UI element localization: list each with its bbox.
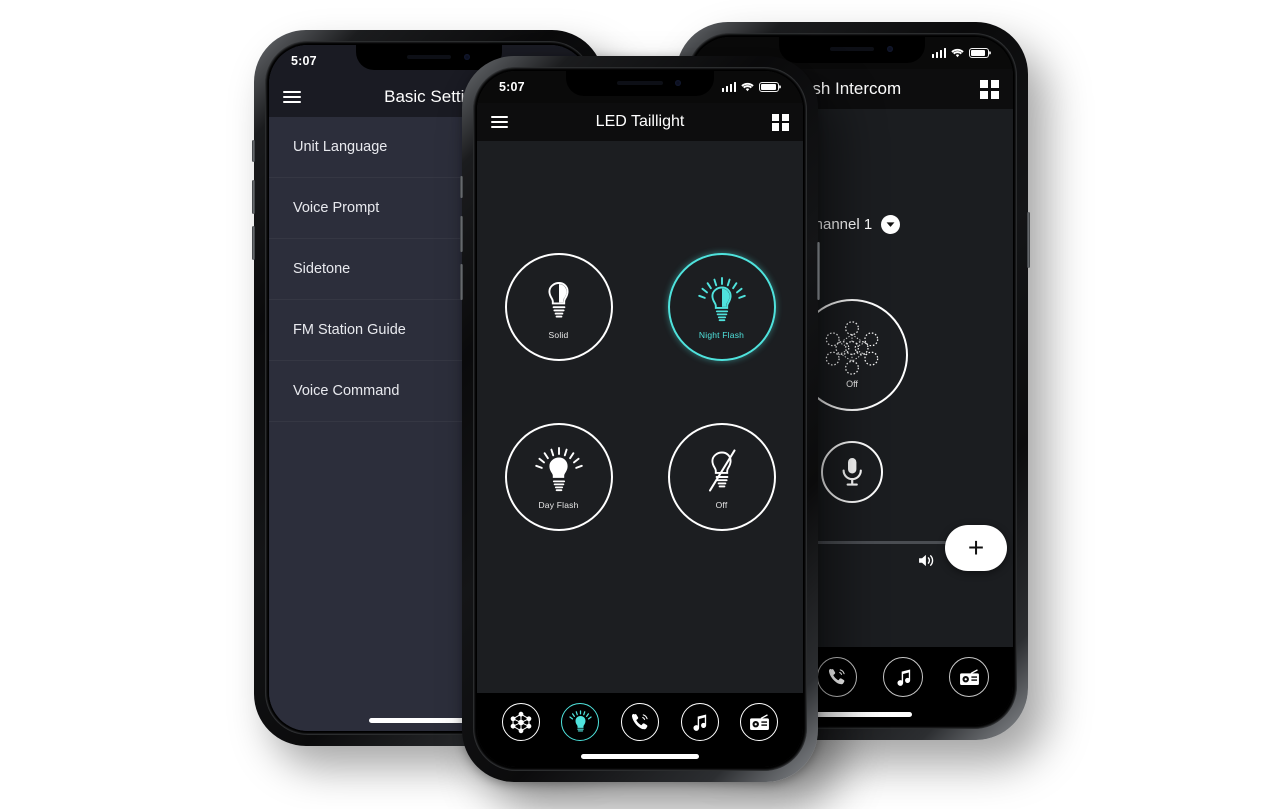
radio-icon <box>959 668 980 686</box>
tab-music[interactable] <box>883 657 923 697</box>
status-indicators <box>931 48 989 58</box>
led-taillight-body: Solid Night Flash Day Flash Off <box>477 141 803 693</box>
phone-right-power-button[interactable] <box>1027 212 1030 268</box>
microphone-icon <box>839 456 865 488</box>
mesh-network-icon <box>823 321 881 375</box>
mockup-stage: 5:07 Basic Settin Unit Language Voice Pr… <box>0 0 1280 809</box>
phone-call-icon <box>630 712 650 732</box>
battery-icon <box>759 82 779 92</box>
phone-left-silent-switch[interactable] <box>252 140 255 162</box>
earpiece-speaker <box>407 54 451 59</box>
phone-center-bezel: 5:07 LED Taillight Solid Night Flash Day… <box>473 67 807 771</box>
hamburger-menu-icon[interactable] <box>491 116 508 129</box>
chevron-down-icon[interactable] <box>881 215 901 234</box>
phone-center-silent-switch[interactable] <box>460 176 463 198</box>
cellular-bars-icon <box>721 82 736 92</box>
status-time: 5:07 <box>291 54 317 68</box>
hamburger-menu-icon[interactable] <box>283 90 301 104</box>
tab-phone-call[interactable] <box>817 657 857 697</box>
led-mode-night-flash[interactable]: Night Flash <box>667 253 776 361</box>
mesh-network-icon <box>509 711 533 734</box>
radio-icon <box>749 713 770 731</box>
tab-led-taillight[interactable] <box>561 703 600 741</box>
led-mode-solid[interactable]: Solid <box>504 253 613 361</box>
speaker-wave-icon <box>918 553 937 568</box>
phone-device-center: 5:07 LED Taillight Solid Night Flash Day… <box>460 56 820 782</box>
status-indicators <box>721 82 779 92</box>
battery-icon <box>969 48 989 58</box>
add-button[interactable]: + <box>945 525 1007 571</box>
earpiece-speaker <box>617 80 663 85</box>
phone-center-nav-bar: LED Taillight <box>477 103 803 141</box>
led-mode-label: Night Flash <box>698 329 745 340</box>
led-mode-day-flash[interactable]: Day Flash <box>504 423 613 531</box>
phone-right-notch <box>779 37 925 63</box>
wifi-icon <box>951 48 964 58</box>
music-note-icon <box>690 713 709 732</box>
front-camera-icon <box>886 45 893 52</box>
microphone-button[interactable] <box>821 441 883 503</box>
tab-fm-radio[interactable] <box>949 657 989 697</box>
cellular-bars-icon <box>931 48 946 58</box>
phone-left-notch <box>356 45 502 70</box>
led-mode-label: Solid <box>548 329 569 340</box>
tab-phone-call[interactable] <box>620 703 659 741</box>
earpiece-speaker <box>830 46 874 51</box>
front-camera-icon <box>675 79 682 86</box>
wifi-icon <box>741 82 754 92</box>
tab-music[interactable] <box>680 703 719 741</box>
bulb-rays-icon <box>533 445 585 497</box>
bulb-slash-icon <box>703 445 741 497</box>
grid-apps-icon[interactable] <box>980 79 999 99</box>
mesh-toggle-label: Off <box>846 379 858 389</box>
led-mode-off[interactable]: Off <box>667 423 776 531</box>
led-mode-grid: Solid Night Flash Day Flash Off <box>477 253 803 531</box>
phone-center-screen: 5:07 LED Taillight Solid Night Flash Day… <box>477 71 803 767</box>
home-indicator <box>581 754 699 759</box>
phone-center-power-button[interactable] <box>817 242 820 300</box>
status-time: 5:07 <box>499 80 525 94</box>
phone-center-volume-up-button[interactable] <box>460 216 463 252</box>
phone-call-icon <box>827 667 847 687</box>
tab-fm-radio[interactable] <box>740 703 779 741</box>
music-note-icon <box>894 668 913 687</box>
phone-center-tab-bar <box>477 693 803 751</box>
grid-apps-icon[interactable] <box>772 113 789 131</box>
bulb-rays-half-icon <box>696 275 748 327</box>
phone-left-volume-down-button[interactable] <box>252 226 255 260</box>
led-mode-label: Day Flash <box>538 499 579 510</box>
tab-mesh-intercom[interactable] <box>501 703 540 741</box>
phone-center-notch <box>566 71 714 96</box>
phone-left-volume-up-button[interactable] <box>252 180 255 214</box>
front-camera-icon <box>463 53 470 60</box>
bulb-half-icon <box>544 275 574 327</box>
led-mode-label: Off <box>715 499 728 510</box>
page-title: LED Taillight <box>595 113 685 130</box>
bulb-rays-icon <box>568 710 593 734</box>
phone-center-volume-down-button[interactable] <box>460 264 463 300</box>
